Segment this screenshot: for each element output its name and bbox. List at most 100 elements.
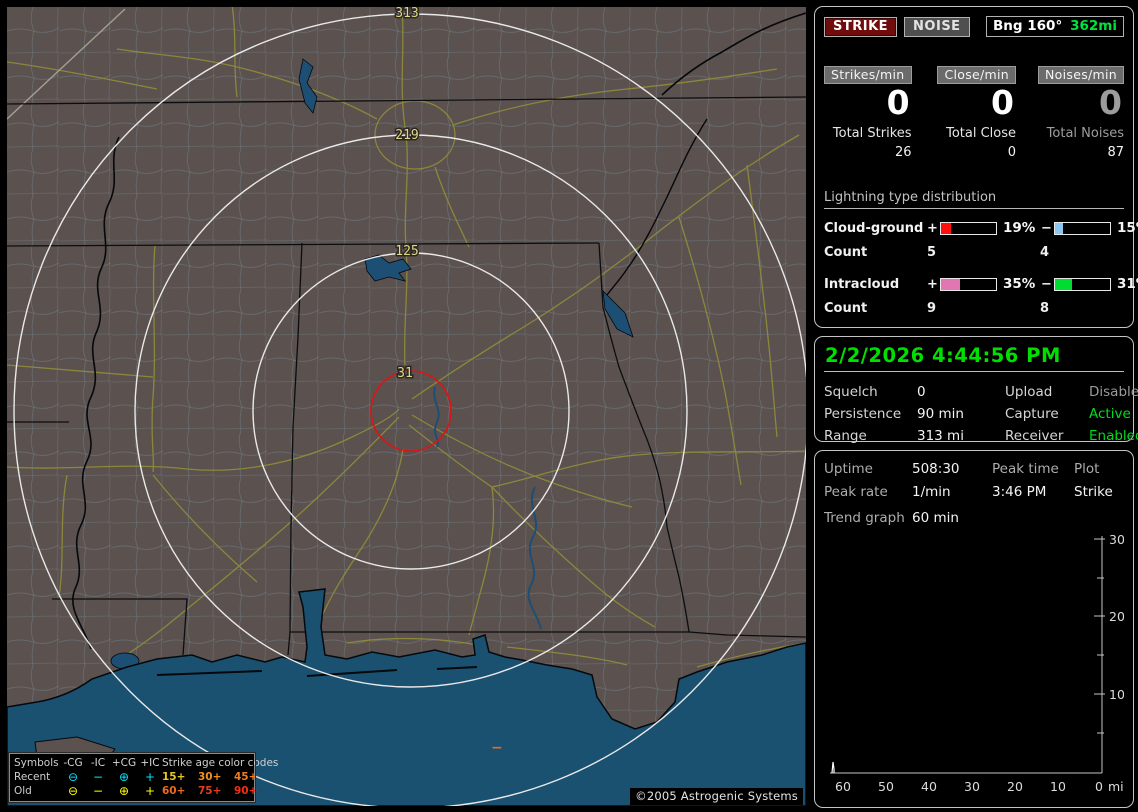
map-panel[interactable]: 313 219 125 31 − Symbols -CG -IC +CG +IC… — [7, 7, 806, 806]
recent-neg-ic-icon: − — [92, 770, 104, 784]
recent-pos-cg-icon: ⊕ — [118, 770, 130, 784]
trend-graph-label: Trend graph — [824, 510, 905, 526]
capture-label: Capture — [1005, 406, 1059, 422]
strikes-per-min-column: Strikes/min 0 Total Strikes 26 — [824, 64, 912, 160]
old-neg-cg-icon: ⊖ — [67, 784, 79, 798]
peak-time-label: Peak time — [992, 461, 1059, 477]
trend-graph: 30 20 10 60 50 40 30 20 10 0 min — [830, 532, 1132, 794]
neg-cg-percent: 15% — [1117, 220, 1138, 236]
svg-text:50: 50 — [878, 779, 894, 794]
status-settings-panel: 2/2/2026 4:44:56 PM Squelch 0 Upload Dis… — [814, 336, 1138, 444]
squelch-label: Squelch — [824, 384, 878, 400]
sidebar: STRIKE NOISE Bng 160° 362mi Strikes/min … — [814, 0, 1138, 812]
legend-col-pos-cg: +CG — [111, 757, 137, 769]
old-pos-ic-icon: + — [144, 784, 156, 798]
total-strikes-value: 26 — [894, 145, 912, 160]
age-30: 30+ — [198, 771, 222, 783]
svg-text:219: 219 — [395, 128, 418, 143]
bearing-distance: 362mi — [1070, 18, 1117, 34]
svg-text:30: 30 — [1109, 532, 1124, 547]
date-time-display: 2/2/2026 4:44:56 PM — [824, 342, 1124, 372]
svg-text:10: 10 — [1050, 779, 1066, 794]
svg-text:30: 30 — [964, 779, 980, 794]
pos-cg-bar — [940, 221, 997, 235]
noises-per-min-column: Noises/min 0 Total Noises 87 — [1038, 64, 1124, 160]
legend-age-header: Strike age color codes — [162, 757, 279, 769]
svg-text:0: 0 — [1095, 779, 1103, 794]
pos-ic-bar — [940, 277, 997, 291]
age-45: 45+ — [234, 771, 258, 783]
copyright-text: ©2005 Astrogenic Systems — [630, 788, 803, 805]
bearing-label: Bng 160° — [993, 18, 1063, 34]
noises-per-min-button[interactable]: Noises/min — [1038, 66, 1124, 84]
age-60: 60+ — [162, 785, 186, 797]
nexstorm-window: { "map": { "ring_labels": ["313", "219",… — [0, 0, 1138, 812]
lightning-distribution: Lightning type distribution Cloud-ground… — [824, 190, 1138, 316]
upload-status: Disabled — [1089, 384, 1138, 400]
distribution-title: Lightning type distribution — [824, 190, 1124, 209]
persistence-label: Persistence — [824, 406, 902, 422]
neg-cg-count: 4 — [1040, 245, 1050, 260]
svg-text:40: 40 — [921, 779, 937, 794]
legend-symbols-header: Symbols — [14, 757, 59, 769]
strike-toggle-button[interactable]: STRIKE — [824, 16, 898, 37]
legend-col-neg-cg: -CG — [63, 757, 83, 769]
trend-series-spike — [831, 761, 835, 774]
squelch-value: 0 — [917, 384, 926, 400]
age-75: 75+ — [198, 785, 222, 797]
close-per-min-button[interactable]: Close/min — [937, 66, 1017, 84]
legend-recent-label: Recent — [14, 771, 51, 783]
old-neg-ic-icon: − — [92, 784, 104, 798]
legend-col-neg-ic: -IC — [90, 757, 106, 769]
legend-old-label: Old — [14, 785, 32, 797]
symbols-legend: Symbols -CG -IC +CG +IC Strike age color… — [8, 752, 278, 803]
svg-text:313: 313 — [395, 7, 418, 21]
receiver-status: Enabled — [1089, 428, 1138, 444]
peak-time-value: 3:46 PM — [992, 484, 1047, 500]
age-90: 90+ — [234, 785, 258, 797]
lightning-map[interactable]: 313 219 125 31 − — [7, 7, 806, 806]
trend-graph-value: 60 min — [912, 510, 959, 526]
neg-ic-count: 8 — [1040, 301, 1050, 316]
strikes-per-min-value: 0 — [886, 83, 910, 122]
capture-status: Active — [1089, 406, 1131, 422]
peak-rate-label: Peak rate — [824, 484, 888, 500]
minus-sign: − — [1041, 276, 1052, 292]
range-label: Range — [824, 428, 867, 444]
ic-count-label: Count — [824, 301, 868, 316]
total-close-value: 0 — [1007, 145, 1017, 160]
old-pos-cg-icon: ⊕ — [118, 784, 130, 798]
pos-ic-count: 9 — [927, 301, 937, 316]
uptime-value: 508:30 — [912, 461, 960, 477]
plus-sign: + — [927, 276, 938, 292]
neg-ic-bar — [1054, 277, 1111, 291]
upload-label: Upload — [1005, 384, 1053, 400]
total-strikes-label: Total Strikes — [832, 126, 912, 141]
close-per-min-value: 0 — [991, 83, 1015, 122]
plot-value: Strike — [1074, 484, 1113, 500]
svg-text:10: 10 — [1109, 687, 1124, 702]
receiver-label: Receiver — [1005, 428, 1064, 444]
total-close-label: Total Close — [946, 126, 1017, 141]
pos-cg-percent: 19% — [1003, 220, 1036, 236]
plot-label: Plot — [1074, 461, 1100, 477]
svg-text:20: 20 — [1109, 609, 1124, 624]
pos-cg-count: 5 — [927, 245, 937, 260]
cg-count-label: Count — [824, 245, 868, 260]
persistence-value: 90 min — [917, 406, 964, 422]
age-15: 15+ — [162, 771, 186, 783]
strike-stats-panel: STRIKE NOISE Bng 160° 362mi Strikes/min … — [814, 6, 1138, 328]
range-value: 313 mi — [917, 428, 964, 444]
noises-per-min-value: 0 — [1099, 83, 1122, 122]
close-per-min-column: Close/min 0 Total Close 0 — [934, 64, 1017, 160]
plus-sign: + — [927, 220, 938, 236]
bearing-readout: Bng 160° 362mi — [986, 16, 1124, 37]
minus-sign: − — [1041, 220, 1052, 236]
aged-neg-ic-strike-icon: − — [491, 740, 503, 756]
trend-panel: Uptime 508:30 Peak time Plot Peak rate 1… — [814, 450, 1134, 808]
svg-text:31: 31 — [397, 366, 413, 381]
strikes-per-min-button[interactable]: Strikes/min — [824, 66, 912, 84]
neg-cg-bar — [1054, 221, 1111, 235]
legend-col-pos-ic: +IC — [140, 757, 160, 769]
noise-toggle-button[interactable]: NOISE — [904, 16, 970, 37]
